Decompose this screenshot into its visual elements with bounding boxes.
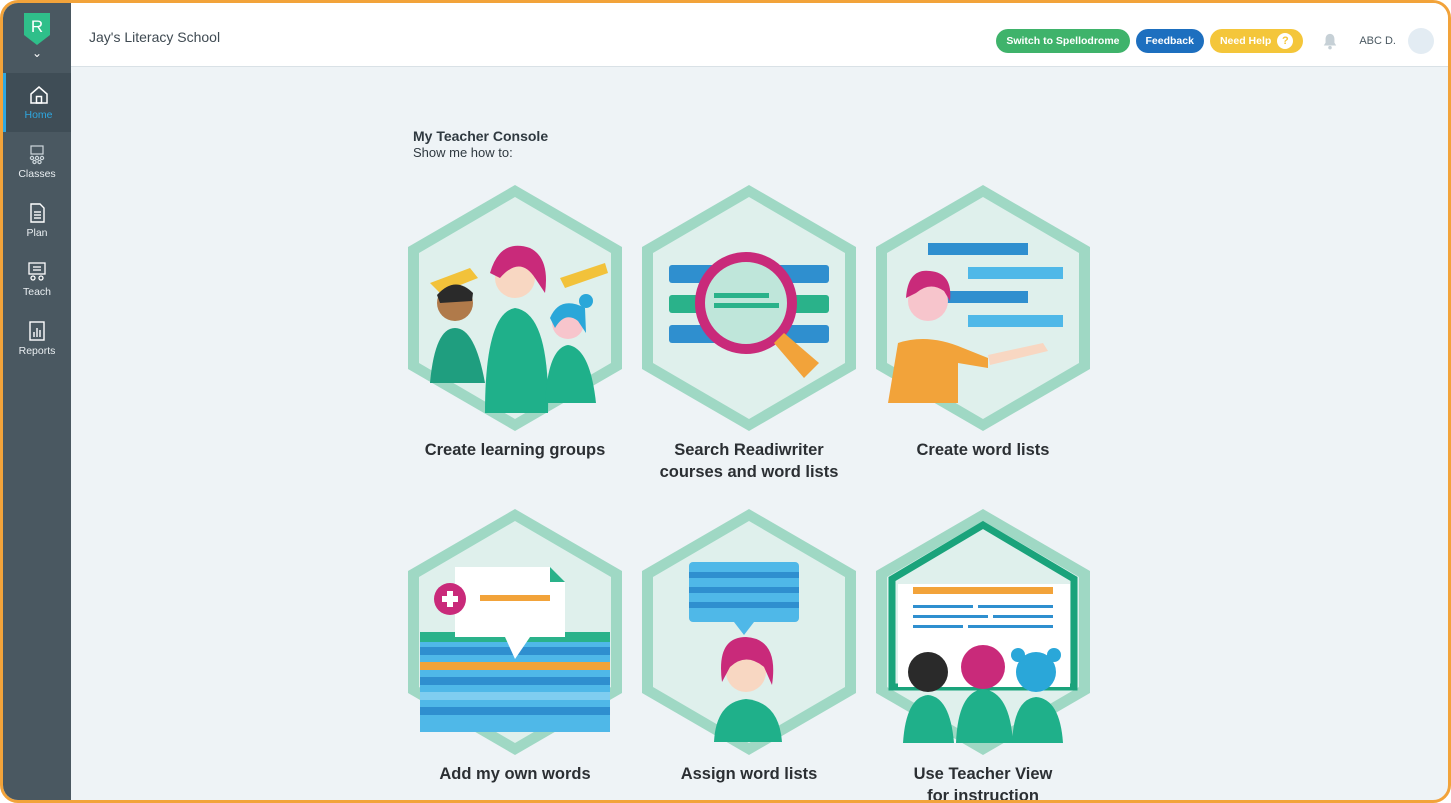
learning-groups-illustration	[408, 185, 622, 431]
sidebar-item-home[interactable]: Home	[3, 73, 71, 132]
sidebar-item-classes[interactable]: Classes	[3, 132, 71, 191]
notification-bell-icon[interactable]	[1315, 29, 1345, 53]
tile-label-line1: Use Teacher View	[913, 765, 1053, 783]
main-content: My Teacher Console Show me how to: Creat…	[71, 67, 1448, 800]
top-actions: Switch to Spellodrome Feedback Need Help…	[996, 28, 1434, 54]
reports-icon	[29, 321, 45, 341]
tile-label-line1: Search Readiwriter	[674, 441, 824, 459]
sidebar: R ⌄ Home Classes Plan Teach Reports	[3, 3, 71, 800]
tile-add-my-own-words[interactable]: Add my own words	[400, 507, 630, 785]
magnifying-glass-illustration	[642, 185, 856, 431]
add-words-illustration	[408, 509, 622, 755]
sidebar-nav: Home Classes Plan Teach Reports	[3, 73, 71, 368]
help-icon: ?	[1277, 33, 1294, 49]
school-name: Jay's Literacy School	[89, 29, 221, 45]
tile-use-teacher-view[interactable]: Use Teacher View for instruction	[868, 507, 1098, 803]
tile-label: Assign word lists	[680, 765, 818, 783]
sidebar-item-label: Reports	[18, 345, 56, 357]
tile-assign-word-lists[interactable]: Assign word lists	[634, 507, 864, 785]
sidebar-item-label: Classes	[18, 168, 56, 180]
tile-create-word-lists[interactable]: Create word lists	[868, 183, 1098, 461]
tile-label: Create learning groups	[424, 441, 606, 459]
tile-label: Use Teacher View for instruction	[868, 763, 1098, 803]
teacher-view-illustration	[876, 509, 1090, 755]
sidebar-item-label: Home	[24, 109, 53, 121]
feedback-button[interactable]: Feedback	[1135, 29, 1204, 53]
chevron-down-icon[interactable]: ⌄	[32, 47, 42, 59]
tile-label: Add my own words	[439, 765, 591, 783]
teach-icon	[28, 262, 46, 281]
sidebar-item-label: Teach	[22, 286, 52, 298]
create-word-lists-illustration	[876, 185, 1090, 431]
sidebar-item-label: Plan	[26, 227, 48, 239]
switch-to-spellodrome-button[interactable]: Switch to Spellodrome	[996, 29, 1130, 53]
home-icon	[29, 86, 48, 104]
sidebar-item-reports[interactable]: Reports	[3, 309, 71, 368]
page-subtitle: Show me how to:	[413, 145, 513, 160]
need-help-label: Need Help	[1219, 35, 1272, 47]
sidebar-item-teach[interactable]: Teach	[3, 250, 71, 309]
top-bar: Jay's Literacy School Switch to Spellodr…	[71, 3, 1448, 67]
tile-label: Search Readiwriter courses and word list…	[634, 439, 864, 483]
avatar[interactable]	[1408, 28, 1434, 54]
page-title: My Teacher Console	[413, 128, 549, 144]
app-frame: R ⌄ Home Classes Plan Teach Reports Jay'…	[0, 0, 1451, 803]
tile-create-learning-groups[interactable]: Create learning groups	[400, 183, 630, 461]
tile-label: Create word lists	[916, 441, 1050, 459]
classes-icon	[29, 145, 45, 165]
assign-word-lists-illustration	[642, 509, 856, 755]
app-logo-menu[interactable]: R ⌄	[3, 3, 71, 67]
tile-label-line2: for instruction	[927, 787, 1039, 803]
logo-icon: R	[24, 13, 50, 45]
sidebar-item-plan[interactable]: Plan	[3, 191, 71, 250]
need-help-button[interactable]: Need Help ?	[1209, 29, 1304, 53]
logo-letter: R	[31, 17, 43, 36]
plan-icon	[30, 203, 45, 223]
tile-search-courses-and-word-lists[interactable]: Search Readiwriter courses and word list…	[634, 183, 864, 483]
user-name[interactable]: ABC D.	[1359, 35, 1396, 47]
tile-label-line2: courses and word lists	[659, 463, 839, 481]
